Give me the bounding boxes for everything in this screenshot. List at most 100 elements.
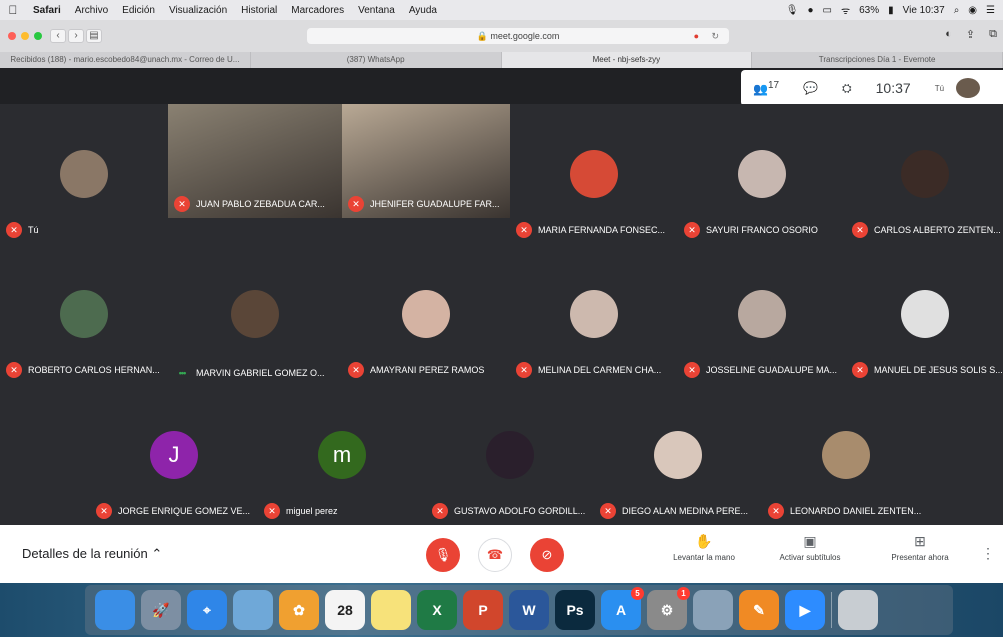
- participant-tile[interactable]: ✕ SAYURI FRANCO OSORIO: [678, 104, 846, 244]
- mic-muted-icon: ✕: [264, 503, 280, 519]
- camera-off-button[interactable]: ⊘: [530, 538, 564, 572]
- chevron-up-icon: ⌃: [151, 546, 163, 561]
- tab-whatsapp[interactable]: (387) WhatsApp: [251, 52, 502, 68]
- participant-name: Tú: [28, 225, 39, 235]
- participant-label: ✕ SAYURI FRANCO OSORIO: [684, 222, 818, 238]
- meeting-details-button[interactable]: Detalles de la reunión ⌃: [22, 546, 162, 562]
- photos-icon[interactable]: ✿: [279, 590, 319, 630]
- participant-tile[interactable]: ✕ LEONARDO DANIEL ZENTEN...: [762, 384, 930, 525]
- menu-visualizacion[interactable]: Visualización: [162, 5, 234, 16]
- participant-tile[interactable]: ✕ DIEGO ALAN MEDINA PERE...: [594, 384, 762, 525]
- participant-tile[interactable]: ✕ GUSTAVO ADOLFO GORDILL...: [426, 384, 594, 525]
- chat-icon[interactable]: 💬: [791, 81, 830, 95]
- participant-name: JHENIFER GUADALUPE FAR...: [370, 199, 500, 209]
- siri-icon[interactable]: ◉: [968, 5, 977, 16]
- menu-marcadores[interactable]: Marcadores: [284, 5, 351, 16]
- reload-icon[interactable]: ↻: [711, 28, 719, 44]
- participant-tile[interactable]: m ✕ miguel perez: [258, 384, 426, 525]
- participant-tile[interactable]: ✕ MANUEL DE JESUS SOLIS S...: [846, 244, 1003, 384]
- url-text: meet.google.com: [490, 31, 560, 41]
- more-options-icon[interactable]: ⋮: [981, 545, 995, 562]
- tab-evernote[interactable]: Transcripciones Día 1 - Evernote: [752, 52, 1003, 68]
- participant-label: ••• MARVIN GABRIEL GOMEZ O...: [174, 368, 325, 378]
- raise-hand-button[interactable]: ✋ Levantar la mano: [658, 533, 750, 562]
- word-icon[interactable]: W: [509, 590, 549, 630]
- app-store-icon[interactable]: A5: [601, 587, 644, 630]
- notes-icon[interactable]: [371, 590, 411, 630]
- menu-archivo[interactable]: Archivo: [68, 5, 115, 16]
- meet-info-panel: 👥17 💬 ⛭ 10:37 Tú: [741, 70, 1003, 106]
- mic-muted-icon: ✕: [684, 222, 700, 238]
- close-window-button[interactable]: [8, 32, 16, 40]
- zoom-icon[interactable]: ▶: [785, 590, 825, 630]
- participant-tile[interactable]: ✕ JUAN PABLO ZEBADUA CAR...: [168, 104, 342, 218]
- preview-icon[interactable]: [233, 590, 273, 630]
- participant-avatar: [738, 290, 786, 338]
- address-bar[interactable]: 🔒 meet.google.com ● ↻: [307, 28, 729, 44]
- mic-muted-icon: ✕: [432, 503, 448, 519]
- battery-percent[interactable]: 63%: [859, 5, 879, 16]
- zoom-window-button[interactable]: [34, 32, 42, 40]
- raise-hand-label: Levantar la mano: [673, 553, 735, 562]
- hand-icon: ✋: [695, 533, 713, 549]
- participant-tile[interactable]: ••• MARVIN GABRIEL GOMEZ O...: [168, 244, 342, 384]
- self-avatar[interactable]: [956, 78, 981, 98]
- participant-tile[interactable]: ✕ ROBERTO CARLOS HERNAN...: [0, 244, 168, 384]
- spotlight-icon[interactable]: ⌕: [954, 5, 960, 16]
- participant-tile[interactable]: ✕ CARLOS ALBERTO ZENTEN...: [846, 104, 1003, 244]
- image-capture-icon[interactable]: [693, 590, 733, 630]
- wifi-icon[interactable]: ᯤ: [841, 3, 850, 17]
- participant-tile[interactable]: ✕ AMAYRANI PEREZ RAMOS: [342, 244, 510, 384]
- clock[interactable]: Vie 10:37: [903, 5, 945, 16]
- notification-center-icon[interactable]: ☰: [986, 5, 995, 16]
- minimize-window-button[interactable]: [21, 32, 29, 40]
- present-now-button[interactable]: ⊞ Presentar ahora: [874, 533, 966, 562]
- pages-icon[interactable]: ✎: [739, 590, 779, 630]
- powerpoint-icon[interactable]: P: [463, 590, 503, 630]
- people-button[interactable]: 👥17: [741, 80, 791, 96]
- back-button[interactable]: ‹: [50, 29, 66, 43]
- menu-ayuda[interactable]: Ayuda: [402, 5, 444, 16]
- activities-icon[interactable]: ⛭: [830, 81, 864, 96]
- photoshop-icon[interactable]: Ps: [555, 590, 595, 630]
- microphone-status-icon[interactable]: 🎙: [786, 5, 799, 16]
- excel-icon[interactable]: X: [417, 590, 457, 630]
- participant-avatar: [60, 150, 108, 198]
- meeting-controls: Detalles de la reunión ⌃ 🎙 ☎ ⊘ ✋ Levanta…: [0, 525, 1003, 583]
- share-icon[interactable]: ⇪: [966, 28, 975, 41]
- menu-historial[interactable]: Historial: [234, 5, 284, 16]
- camera-status-icon[interactable]: ●: [807, 5, 813, 16]
- tabs-overview-icon[interactable]: ⧉: [989, 28, 997, 41]
- forward-button[interactable]: ›: [68, 29, 84, 43]
- calendar-icon[interactable]: 28: [325, 590, 365, 630]
- mic-muted-icon: ✕: [852, 222, 868, 238]
- tab-meet[interactable]: Meet - nbj-sefs-zyy: [501, 52, 753, 68]
- sidebar-button[interactable]: ▤: [86, 29, 102, 43]
- participant-avatar: m: [318, 430, 366, 479]
- people-count: 17: [767, 80, 780, 91]
- participant-tile[interactable]: ✕ MELINA DEL CARMEN CHA...: [510, 244, 678, 384]
- microphone-off-button[interactable]: 🎙: [426, 538, 460, 572]
- participant-tile[interactable]: J ✕ JORGE ENRIQUE GOMEZ VE...: [90, 384, 258, 525]
- shield-icon[interactable]: ◐: [945, 28, 952, 41]
- participant-name: ROBERTO CARLOS HERNAN...: [28, 365, 160, 375]
- menu-ventana[interactable]: Ventana: [351, 5, 402, 16]
- finder-icon[interactable]: [95, 590, 135, 630]
- captions-button[interactable]: ▣ Activar subtítulos: [764, 533, 856, 562]
- participant-tile[interactable]: ✕ JHENIFER GUADALUPE FAR...: [342, 104, 510, 218]
- tab-correo[interactable]: Recibidos (188) - mario.escobedo84@unach…: [0, 52, 251, 68]
- participant-tile[interactable]: ✕ Tú: [0, 104, 168, 244]
- battery-icon[interactable]: ▮: [888, 5, 894, 16]
- safari-icon[interactable]: ⌖: [187, 590, 227, 630]
- trash-icon[interactable]: [838, 590, 878, 630]
- launchpad-icon[interactable]: 🚀: [141, 590, 181, 630]
- participant-tile[interactable]: ✕ JOSSELINE GUADALUPE MA...: [678, 244, 846, 384]
- menu-safari[interactable]: Safari: [26, 5, 68, 16]
- leave-call-button[interactable]: ☎: [478, 538, 512, 572]
- participant-label: ✕ MARIA FERNANDA FONSEC...: [516, 222, 665, 238]
- apple-icon[interactable]: : [0, 3, 26, 17]
- system-preferences-icon[interactable]: ⚙ 1: [647, 587, 690, 630]
- participant-tile[interactable]: ✕ MARIA FERNANDA FONSEC...: [510, 104, 678, 244]
- airplay-icon[interactable]: ▭: [822, 5, 831, 16]
- menu-edicion[interactable]: Edición: [115, 5, 162, 16]
